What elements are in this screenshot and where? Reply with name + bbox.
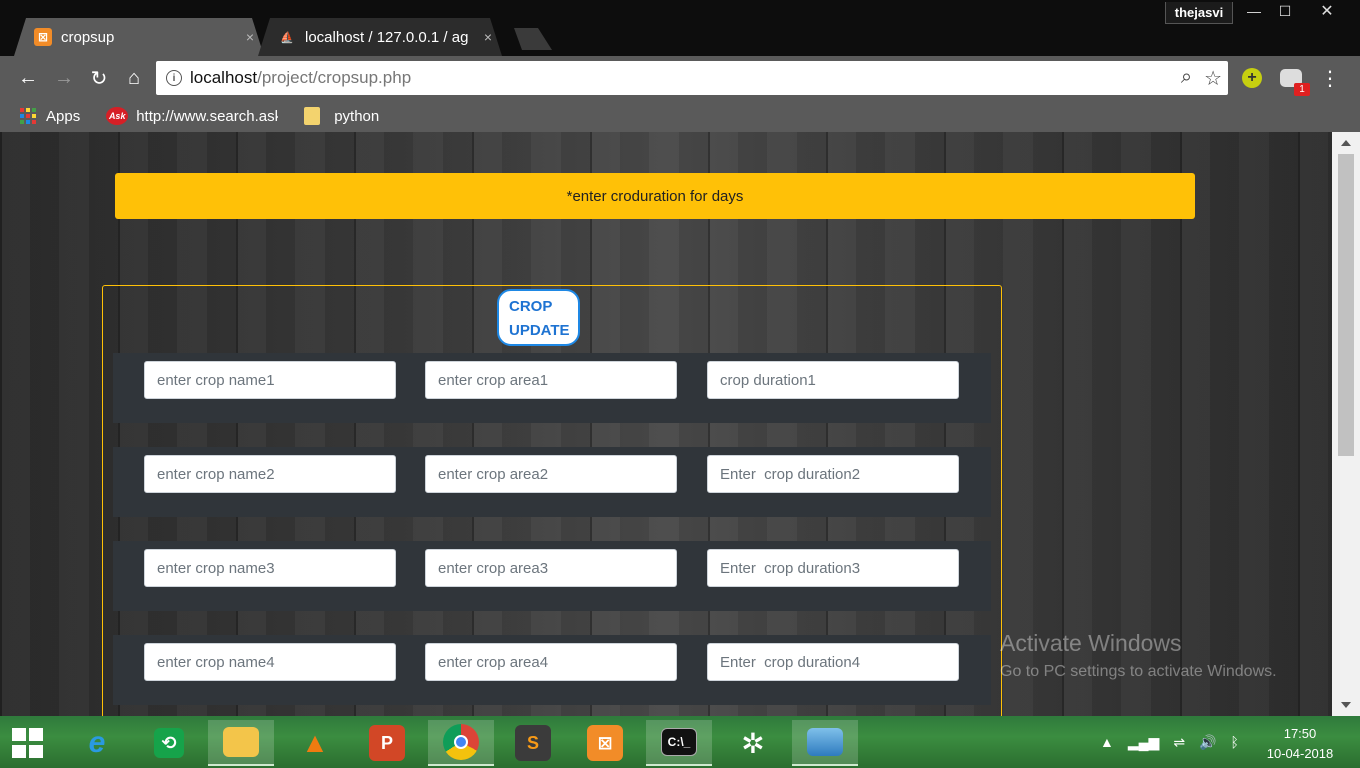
url-host: localhost — [190, 68, 258, 87]
bluetooth-icon[interactable]: ᛒ — [1230, 734, 1238, 750]
tab-title: cropsup — [61, 28, 115, 46]
file-explorer-icon[interactable] — [208, 720, 274, 766]
activate-windows-watermark: Activate Windows Go to PC settings to ac… — [1000, 630, 1277, 681]
powerpoint-icon[interactable]: P — [354, 720, 420, 766]
back-arrow-icon[interactable]: ← — [14, 64, 42, 92]
xampp-icon[interactable]: ⊠ — [572, 720, 638, 766]
page-scrollbar[interactable] — [1332, 132, 1360, 716]
scroll-up-arrow-icon[interactable] — [1341, 140, 1351, 146]
crop-row-2 — [113, 447, 991, 517]
home-icon[interactable]: ⌂ — [120, 64, 148, 92]
forward-arrow-icon[interactable]: → — [50, 64, 78, 92]
watermark-subtitle: Go to PC settings to activate Windows. — [1000, 663, 1277, 680]
clock-date: 10-04-2018 — [1266, 746, 1334, 761]
internet-explorer-icon[interactable]: e — [64, 720, 130, 766]
form-title: CROP UPDATE — [497, 289, 580, 346]
crop-area-input-3[interactable] — [425, 549, 677, 587]
close-window-button[interactable]: ✕ — [1302, 0, 1352, 22]
green-app-icon[interactable]: ⟲ — [136, 720, 202, 766]
command-prompt-icon[interactable]: C:\_ — [646, 720, 712, 766]
crop-duration-input-3[interactable] — [707, 549, 959, 587]
apps-grid-icon — [20, 108, 36, 124]
page-viewport: *enter croduration for days CROP UPDATE — [0, 132, 1332, 716]
crop-row-1 — [113, 353, 991, 423]
crop-duration-input-1[interactable] — [707, 361, 959, 399]
browser-toolbar: ← → ↻ ⌂ i localhost/project/cropsup.php … — [0, 56, 1360, 100]
reload-icon[interactable]: ↻ — [85, 64, 113, 92]
crop-area-input-2[interactable] — [425, 455, 677, 493]
scroll-down-arrow-icon[interactable] — [1341, 702, 1351, 708]
bookmarks-bar: Apps Ask http://www.search.ask.com pytho… — [0, 100, 1360, 132]
network-signal-icon[interactable]: ▂▄▆ — [1128, 734, 1159, 751]
vlc-icon[interactable]: ▲ — [282, 720, 348, 766]
crop-name-input-3[interactable] — [144, 549, 396, 587]
watermark-title: Activate Windows — [1000, 630, 1182, 656]
tab-cropsup[interactable]: ⊠ cropsup × — [14, 18, 264, 56]
extension-plus-icon[interactable]: + — [1240, 66, 1264, 90]
form-title-line: UPDATE — [509, 322, 570, 339]
system-tray: ▲ ▂▄▆ ⇌ 🔊 ᛒ — [1100, 716, 1239, 768]
spider-app-icon[interactable]: ✲ — [720, 720, 786, 766]
tab-close-icon[interactable]: × — [246, 29, 254, 45]
tab-phpmyadmin[interactable]: ⛵ localhost / 127.0.0.1 / ag × — [258, 18, 502, 56]
usb-icon[interactable]: ⇌ — [1173, 734, 1185, 751]
tab-close-icon[interactable]: × — [484, 29, 492, 45]
folder-icon — [304, 107, 321, 125]
info-alert: *enter croduration for days — [115, 173, 1195, 219]
crop-row-3 — [113, 541, 991, 611]
maximize-button[interactable]: ☐ — [1271, 0, 1299, 22]
photos-icon[interactable] — [792, 720, 858, 766]
clock-time: 17:50 — [1283, 726, 1317, 741]
crop-row-4 — [113, 635, 991, 705]
windows-taskbar: e ⟲ ▲ P S ⊠ C:\_ ✲ ▲ ▂▄▆ ⇌ 🔊 ᛒ 17:50 10-… — [0, 716, 1360, 768]
bookmark-label: http://www.search.ask.com — [136, 107, 278, 125]
crop-area-input-4[interactable] — [425, 643, 677, 681]
form-title-line: CROP — [509, 298, 553, 315]
chrome-icon[interactable] — [428, 720, 494, 766]
zoom-search-icon[interactable]: ⌕ — [1181, 66, 1192, 91]
address-bar[interactable]: i localhost/project/cropsup.php ⌕ ☆ — [156, 61, 1228, 95]
crop-duration-input-2[interactable] — [707, 455, 959, 493]
profile-button[interactable]: thejasvi — [1165, 2, 1233, 24]
windows-start-icon[interactable] — [12, 728, 48, 758]
info-icon[interactable]: i — [166, 70, 182, 86]
tray-expand-icon[interactable]: ▲ — [1100, 734, 1114, 750]
bookmark-label: python — [334, 107, 380, 125]
taskbar-clock[interactable]: 17:50 10-04-2018 — [1262, 724, 1338, 764]
ask-icon: Ask — [106, 107, 129, 125]
crop-name-input-1[interactable] — [144, 361, 396, 399]
extension-badge: 1 — [1294, 83, 1310, 96]
bookmark-python-folder[interactable]: python — [304, 107, 379, 125]
minimize-button[interactable]: — — [1240, 0, 1268, 22]
bookmark-label: Apps — [46, 107, 81, 125]
chrome-menu-icon[interactable]: ⋮ — [1320, 66, 1340, 91]
crop-area-input-1[interactable] — [425, 361, 677, 399]
crop-name-input-2[interactable] — [144, 455, 396, 493]
url-path: /project/cropsup.php — [257, 68, 412, 87]
crop-duration-input-4[interactable] — [707, 643, 959, 681]
bookmark-star-icon[interactable]: ☆ — [1204, 66, 1222, 91]
xampp-icon: ⊠ — [34, 28, 52, 46]
sublime-text-icon[interactable]: S — [500, 720, 566, 766]
bookmark-apps[interactable]: Apps — [20, 108, 80, 125]
phpmyadmin-icon: ⛵ — [280, 31, 294, 44]
bookmark-ask[interactable]: Ask http://www.search.ask.com — [106, 107, 278, 125]
tab-title: localhost / 127.0.0.1 / ag — [305, 28, 469, 46]
crop-name-input-4[interactable] — [144, 643, 396, 681]
volume-icon[interactable]: 🔊 — [1199, 734, 1216, 751]
scroll-thumb[interactable] — [1338, 154, 1354, 456]
